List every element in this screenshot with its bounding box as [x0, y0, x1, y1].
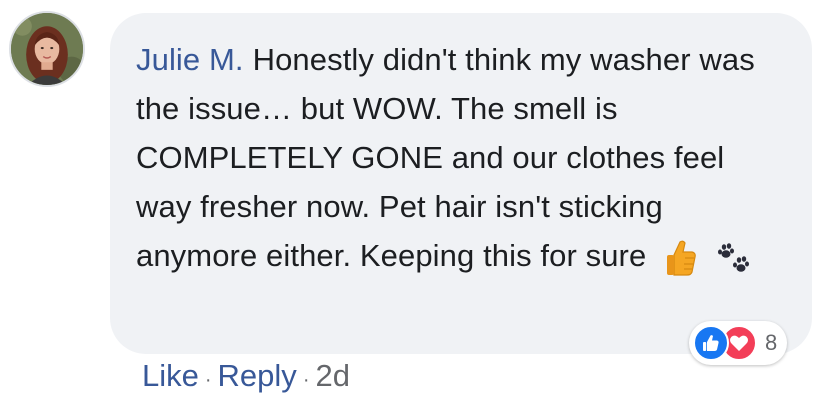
avatar[interactable] — [9, 11, 85, 87]
timestamp[interactable]: 2d — [315, 358, 349, 394]
separator: · — [302, 369, 310, 391]
reply-button[interactable]: Reply — [218, 358, 297, 394]
author-name[interactable]: Julie M. — [136, 42, 244, 77]
comment-bubble: Julie M. Honestly didn't think my washer … — [110, 13, 812, 354]
paw-prints-icon — [716, 243, 750, 273]
comment-body: Julie M. Honestly didn't think my washer … — [136, 35, 782, 280]
reactions-summary[interactable]: 8 — [689, 321, 788, 365]
separator: · — [204, 369, 212, 391]
like-button[interactable]: Like — [142, 358, 199, 394]
reaction-count: 8 — [765, 330, 778, 355]
like-reaction-icon — [693, 325, 729, 361]
comment-actions: Like · Reply · 2d — [142, 358, 350, 394]
thumbs-up-icon — [665, 239, 697, 277]
